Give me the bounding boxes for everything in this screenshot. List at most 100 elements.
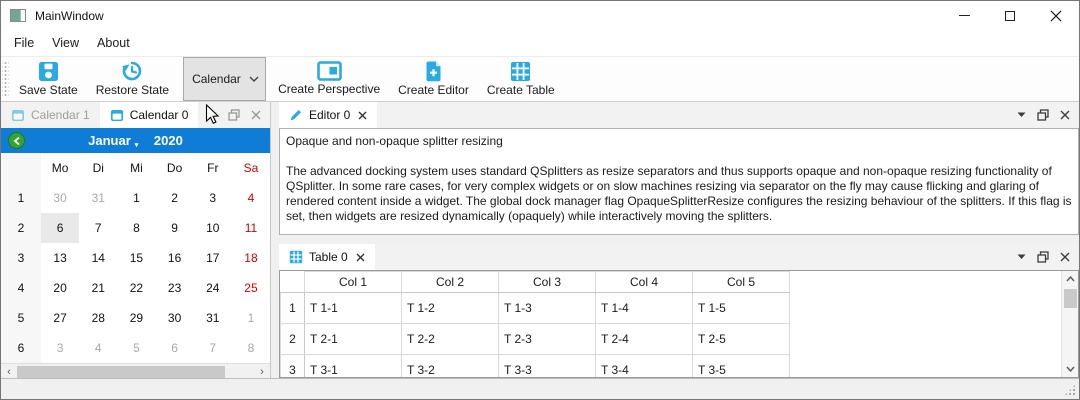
day-cell[interactable]: 30 bbox=[41, 183, 79, 213]
tab-calendar-0[interactable]: Calendar 0 bbox=[100, 102, 199, 128]
tab-table-0[interactable]: Table 0 bbox=[279, 244, 375, 270]
table-cell[interactable]: T 2-5 bbox=[693, 324, 790, 355]
toolbar-drag-handle[interactable] bbox=[2, 60, 9, 98]
tab-calendar-1[interactable]: Calendar 1 bbox=[1, 102, 100, 128]
day-cell[interactable]: 24 bbox=[194, 273, 232, 303]
editor-text-area[interactable]: Opaque and non-opaque splitter resizing … bbox=[279, 128, 1079, 235]
day-cell[interactable]: 28 bbox=[79, 303, 117, 333]
day-cell[interactable]: 25 bbox=[232, 273, 270, 303]
day-cell[interactable]: 8 bbox=[117, 213, 155, 243]
day-cell[interactable]: 21 bbox=[79, 273, 117, 303]
panel-close-icon[interactable] bbox=[1060, 110, 1070, 120]
scroll-up-icon[interactable] bbox=[1062, 271, 1078, 287]
table-vertical-scrollbar[interactable] bbox=[1061, 271, 1078, 377]
panel-menu-caret-icon[interactable] bbox=[1017, 254, 1026, 260]
create-perspective-button[interactable]: Create Perspective bbox=[269, 57, 389, 101]
day-cell[interactable]: 18 bbox=[232, 243, 270, 273]
day-cell[interactable]: 31 bbox=[79, 183, 117, 213]
year-button[interactable]: 2020 bbox=[154, 133, 183, 148]
row-header[interactable]: 1 bbox=[281, 293, 305, 324]
day-cell[interactable]: 14 bbox=[79, 243, 117, 273]
table-cell[interactable]: T 2-2 bbox=[402, 324, 499, 355]
day-cell-selected[interactable]: 6 bbox=[41, 213, 79, 243]
restore-state-button[interactable]: Restore State bbox=[87, 57, 178, 101]
column-header[interactable]: Col 2 bbox=[402, 272, 499, 293]
column-header[interactable]: Col 3 bbox=[499, 272, 596, 293]
menu-file[interactable]: File bbox=[5, 32, 43, 54]
save-state-button[interactable]: Save State bbox=[10, 57, 87, 101]
table-cell[interactable]: T 1-1 bbox=[305, 293, 402, 324]
day-cell[interactable]: 8 bbox=[232, 333, 270, 363]
table-cell[interactable]: T 1-4 bbox=[596, 293, 693, 324]
day-cell[interactable]: 13 bbox=[41, 243, 79, 273]
tab-close-button[interactable] bbox=[358, 111, 367, 120]
day-cell[interactable]: 17 bbox=[194, 243, 232, 273]
table-cell[interactable]: T 1-3 bbox=[499, 293, 596, 324]
table-cell[interactable]: T 2-4 bbox=[596, 324, 693, 355]
day-cell[interactable]: 30 bbox=[156, 303, 194, 333]
table-cell[interactable]: T 2-1 bbox=[305, 324, 402, 355]
close-button[interactable] bbox=[1033, 1, 1079, 30]
day-cell[interactable]: 20 bbox=[41, 273, 79, 303]
day-cell[interactable]: 5 bbox=[117, 333, 155, 363]
day-cell[interactable]: 27 bbox=[41, 303, 79, 333]
row-header[interactable]: 3 bbox=[281, 355, 305, 379]
vertical-splitter[interactable] bbox=[271, 102, 279, 378]
create-table-button[interactable]: Create Table bbox=[478, 57, 564, 101]
day-cell[interactable]: 4 bbox=[232, 183, 270, 213]
calendar-horizontal-scrollbar[interactable]: ‹ › bbox=[1, 363, 270, 379]
table-cell[interactable]: T 3-3 bbox=[499, 355, 596, 379]
previous-month-button[interactable] bbox=[8, 132, 25, 149]
table-cell[interactable]: T 2-3 bbox=[499, 324, 596, 355]
day-cell[interactable]: 3 bbox=[41, 333, 79, 363]
scrollbar-thumb[interactable] bbox=[17, 366, 225, 378]
row-header[interactable]: 2 bbox=[281, 324, 305, 355]
menu-view[interactable]: View bbox=[43, 32, 88, 54]
table-cell[interactable]: T 3-4 bbox=[596, 355, 693, 379]
panel-float-icon[interactable] bbox=[1037, 109, 1049, 121]
column-header[interactable]: Col 4 bbox=[596, 272, 693, 293]
day-cell[interactable]: 31 bbox=[194, 303, 232, 333]
panel-close-icon[interactable] bbox=[251, 110, 261, 120]
minimize-button[interactable] bbox=[941, 1, 987, 30]
maximize-button[interactable] bbox=[987, 1, 1033, 30]
column-header[interactable]: Col 5 bbox=[693, 272, 790, 293]
day-cell[interactable]: 1 bbox=[232, 303, 270, 333]
tab-editor-0[interactable]: Editor 0 bbox=[279, 102, 377, 128]
day-cell[interactable]: 23 bbox=[156, 273, 194, 303]
horizontal-splitter[interactable] bbox=[279, 235, 1079, 244]
scroll-right-icon[interactable]: › bbox=[254, 366, 270, 378]
table-cell[interactable]: T 1-2 bbox=[402, 293, 499, 324]
table-cell[interactable]: T 3-2 bbox=[402, 355, 499, 379]
day-cell[interactable]: 15 bbox=[117, 243, 155, 273]
day-cell[interactable]: 1 bbox=[117, 183, 155, 213]
day-cell[interactable]: 6 bbox=[156, 333, 194, 363]
scroll-down-icon[interactable] bbox=[1062, 361, 1078, 377]
table-cell[interactable]: T 3-5 bbox=[693, 355, 790, 379]
day-cell[interactable]: 4 bbox=[79, 333, 117, 363]
panel-menu-caret-icon[interactable] bbox=[1017, 112, 1026, 118]
day-cell[interactable]: 3 bbox=[194, 183, 232, 213]
panel-float-icon[interactable] bbox=[228, 109, 240, 121]
tab-close-button[interactable] bbox=[356, 253, 365, 262]
panel-float-icon[interactable] bbox=[1037, 251, 1049, 263]
scroll-left-icon[interactable]: ‹ bbox=[1, 366, 17, 378]
day-cell[interactable]: 16 bbox=[156, 243, 194, 273]
scrollbar-thumb[interactable] bbox=[1064, 289, 1077, 308]
menu-about[interactable]: About bbox=[88, 32, 139, 54]
table-cell[interactable]: T 3-1 bbox=[305, 355, 402, 379]
column-header[interactable]: Col 1 bbox=[305, 272, 402, 293]
day-cell[interactable]: 7 bbox=[79, 213, 117, 243]
day-cell[interactable]: 29 bbox=[117, 303, 155, 333]
day-cell[interactable]: 2 bbox=[156, 183, 194, 213]
day-cell[interactable]: 22 bbox=[117, 273, 155, 303]
panel-close-icon[interactable] bbox=[1060, 252, 1070, 262]
day-cell[interactable]: 9 bbox=[156, 213, 194, 243]
day-cell[interactable]: 7 bbox=[194, 333, 232, 363]
create-editor-button[interactable]: Create Editor bbox=[389, 57, 478, 101]
table-cell[interactable]: T 1-5 bbox=[693, 293, 790, 324]
month-button[interactable]: Januar bbox=[88, 133, 131, 148]
size-grip[interactable] bbox=[1064, 384, 1076, 396]
day-cell[interactable]: 11 bbox=[232, 213, 270, 243]
day-cell[interactable]: 10 bbox=[194, 213, 232, 243]
